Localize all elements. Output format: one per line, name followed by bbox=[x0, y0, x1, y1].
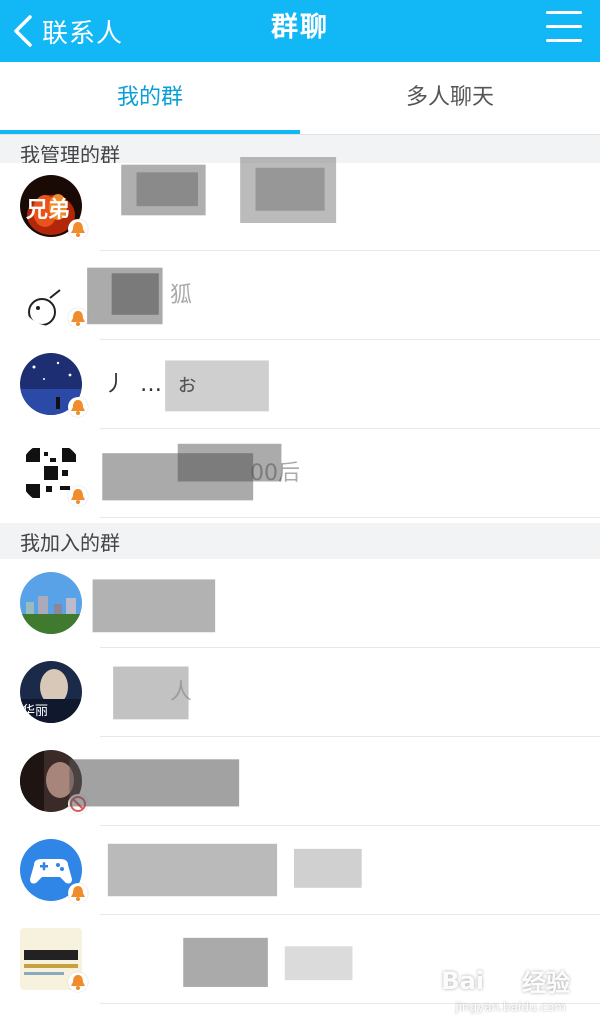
bell-muted-icon bbox=[68, 308, 88, 328]
bell-muted-icon bbox=[68, 219, 88, 239]
tab-my-groups[interactable]: 我的群 bbox=[0, 62, 300, 134]
redaction-scribble bbox=[107, 843, 362, 897]
redaction-scribble bbox=[121, 157, 337, 223]
group-name: 人 bbox=[170, 680, 193, 705]
watermark-brand: Bai bbox=[441, 966, 484, 995]
redaction-scribble bbox=[69, 759, 240, 807]
svg-text:兄弟: 兄弟 bbox=[25, 197, 70, 223]
group-row[interactable]: 兄弟 bbox=[0, 157, 600, 251]
watermark-brand-suffix: 经验 bbox=[522, 969, 570, 997]
no-disturb-icon bbox=[68, 794, 88, 814]
group-name: 狐 bbox=[170, 283, 193, 308]
watermark-url: jingyan.baidu.com bbox=[455, 1000, 566, 1014]
title-bar: 联系人 群聊 bbox=[0, 0, 600, 62]
bell-muted-icon bbox=[68, 486, 88, 506]
menu-icon[interactable] bbox=[546, 11, 582, 43]
baidu-watermark: Bai 经验 bbox=[441, 963, 570, 998]
redaction-scribble bbox=[113, 666, 189, 720]
redaction-scribble bbox=[183, 937, 353, 987]
group-row[interactable]: 华丽 人 bbox=[0, 649, 600, 737]
group-name: 丿…ぉ bbox=[104, 372, 213, 397]
active-tab-indicator bbox=[0, 130, 300, 134]
group-row[interactable] bbox=[0, 827, 600, 915]
group-row[interactable]: 狐 bbox=[0, 252, 600, 340]
group-row[interactable] bbox=[0, 738, 600, 826]
bell-muted-icon bbox=[68, 883, 88, 903]
redaction-scribble bbox=[92, 579, 216, 633]
group-row[interactable] bbox=[0, 560, 600, 648]
svg-text:华丽: 华丽 bbox=[22, 704, 48, 719]
page-title: 群聊 bbox=[271, 12, 329, 43]
group-row[interactable]: 00后 bbox=[0, 430, 600, 518]
bell-muted-icon bbox=[68, 397, 88, 417]
portrait-avatar: 华丽 bbox=[20, 661, 82, 723]
tab-multi-chat[interactable]: 多人聊天 bbox=[300, 62, 600, 134]
group-row[interactable]: 丿…ぉ bbox=[0, 341, 600, 429]
city-skyline-avatar bbox=[20, 572, 82, 634]
bell-muted-icon bbox=[68, 972, 88, 992]
paw-icon bbox=[494, 967, 512, 992]
group-name: 00后 bbox=[250, 461, 300, 486]
tab-bar: 我的群 多人聊天 bbox=[0, 62, 600, 135]
section-header-joined: 我加入的群 bbox=[0, 523, 600, 559]
